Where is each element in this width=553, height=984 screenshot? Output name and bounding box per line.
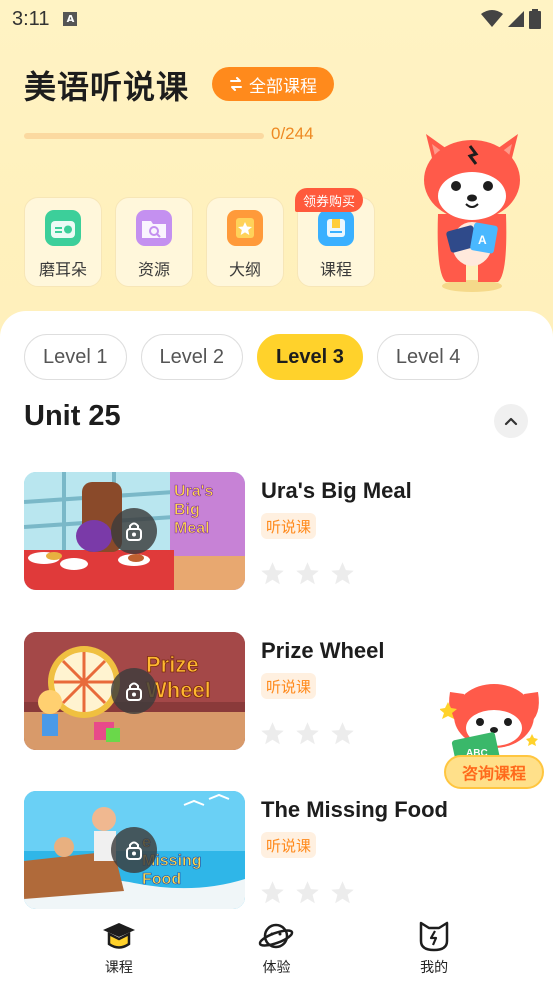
- lesson-title: The Missing Food: [261, 797, 448, 822]
- quick-action-moerduo[interactable]: 磨耳朵: [24, 197, 102, 287]
- quick-action-resources[interactable]: 资源: [115, 197, 193, 287]
- unit-title: Unit 25: [24, 400, 121, 432]
- nav-tab-courses[interactable]: 课程: [84, 912, 154, 984]
- all-courses-label: 全部课程: [249, 76, 317, 97]
- course-progress-bar: [24, 133, 264, 139]
- outline-star-icon: [227, 210, 263, 246]
- lock-icon: [111, 508, 157, 554]
- level-tab-1[interactable]: Level 1: [24, 334, 127, 380]
- nav-label: 体验: [262, 960, 291, 976]
- quick-action-label: 磨耳朵: [38, 260, 87, 279]
- level-tab-3[interactable]: Level 3: [257, 334, 363, 380]
- notification-icon: A: [63, 12, 78, 26]
- level-tab-4[interactable]: Level 4: [376, 334, 480, 380]
- star-icon: [261, 562, 284, 585]
- star-icon: [331, 881, 354, 904]
- page-title: 美语听说课: [24, 68, 190, 106]
- nav-tab-mine[interactable]: 我的: [399, 912, 469, 984]
- star-icon: [296, 881, 319, 904]
- progress-text: 0/244: [271, 124, 314, 143]
- status-time: 3:11: [12, 7, 50, 30]
- lesson-item[interactable]: eMissingFood The Missing Food 听说课: [24, 791, 529, 909]
- lesson-tag: 听说课: [261, 832, 317, 858]
- folder-search-icon: [136, 210, 172, 246]
- consult-button[interactable]: 咨询课程: [444, 755, 544, 789]
- star-icon: [331, 722, 354, 745]
- quick-actions: 磨耳朵 资源 大纲 领券购买 课程: [24, 188, 375, 287]
- battery-icon: [529, 9, 541, 29]
- star-icon: [261, 722, 284, 745]
- lesson-thumbnail[interactable]: Ura's Big Meal: [24, 472, 245, 590]
- bottom-navigation: 课程 体验 我的: [0, 912, 553, 984]
- lesson-thumbnail[interactable]: eMissingFood: [24, 791, 245, 909]
- lesson-stars: [259, 879, 356, 906]
- lesson-thumbnail[interactable]: Prize Wheel: [24, 632, 245, 750]
- status-bar: 3:11 A: [0, 0, 553, 38]
- nav-label: 课程: [104, 960, 133, 976]
- lesson-stars: [259, 720, 356, 747]
- signal-icon: [508, 11, 524, 27]
- quick-action-course[interactable]: 领券购买 课程: [295, 188, 375, 287]
- lesson-title: Prize Wheel: [261, 638, 385, 663]
- quick-action-label: 资源: [137, 260, 170, 279]
- lesson-tag: 听说课: [261, 513, 317, 539]
- svg-text:A: A: [478, 233, 487, 247]
- fox-mascot-illustration: A: [424, 134, 520, 292]
- level-tabs: Level 1 Level 2 Level 3 Level 4: [24, 334, 480, 380]
- lock-icon: [111, 827, 157, 873]
- coupon-badge: 领券购买: [295, 188, 364, 212]
- chevron-up-icon: [504, 417, 518, 426]
- cat-face-icon: [419, 921, 449, 952]
- lesson-tag: 听说课: [261, 673, 317, 699]
- nav-label: 我的: [420, 960, 449, 976]
- lock-icon: [111, 668, 157, 714]
- lesson-title: Ura's Big Meal: [261, 478, 412, 503]
- all-courses-button[interactable]: 全部课程: [212, 67, 334, 101]
- collapse-button[interactable]: [494, 404, 528, 438]
- switch-icon: [230, 77, 242, 91]
- wifi-icon: [481, 10, 503, 27]
- book-icon: [318, 210, 354, 246]
- quick-action-label: 课程: [319, 260, 352, 279]
- nav-tab-experience[interactable]: 体验: [241, 912, 311, 984]
- star-icon: [296, 722, 319, 745]
- star-icon: [261, 881, 284, 904]
- quick-action-label: 大纲: [228, 260, 261, 279]
- star-icon: [296, 562, 319, 585]
- graduation-cap-icon: [102, 923, 135, 949]
- radio-icon: [45, 210, 81, 246]
- planet-icon: [259, 923, 294, 949]
- lesson-stars: [259, 560, 356, 587]
- star-icon: [331, 562, 354, 585]
- lesson-item[interactable]: Ura's Big Meal Ura's Big Meal 听说课: [24, 472, 529, 590]
- level-tab-2[interactable]: Level 2: [140, 334, 243, 380]
- quick-action-outline[interactable]: 大纲: [206, 197, 284, 287]
